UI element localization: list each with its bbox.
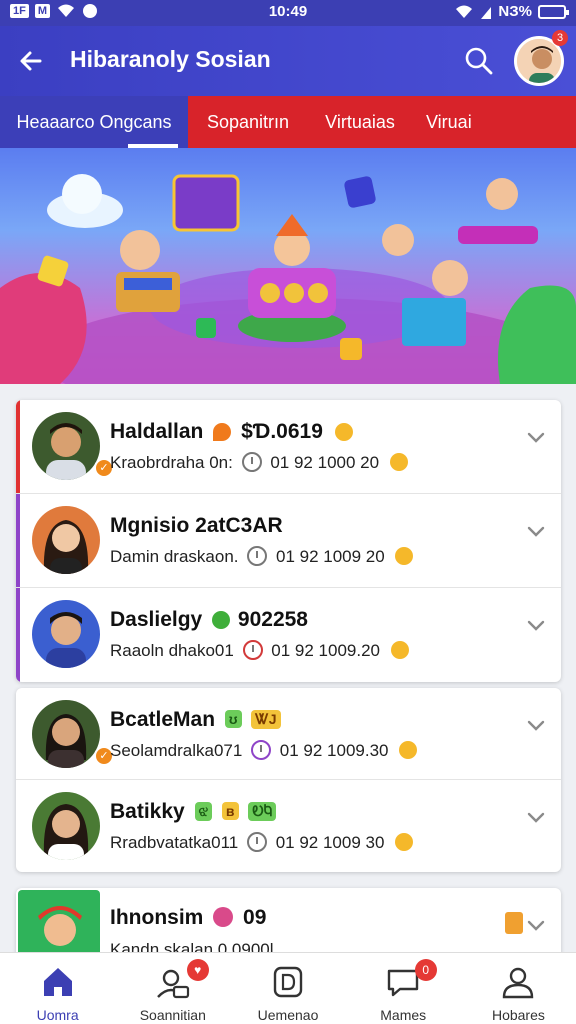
status-bar: 1F M 10:49 NЗ% (0, 0, 576, 26)
app-bar: Hibaranoly Sosian 3 (0, 26, 576, 96)
nav-home[interactable]: Uomra (0, 953, 115, 1024)
page-title: Hibaranoly Sosian (70, 46, 271, 72)
clock-icon (251, 740, 272, 760)
leaf-icon (212, 611, 231, 629)
signal-icon (481, 6, 492, 19)
clock-icon (247, 546, 268, 566)
coin-icon (399, 741, 418, 759)
chevron-down-icon[interactable] (525, 806, 547, 828)
notification-badge: 3 (552, 30, 568, 46)
sticker-icon: ᎧႩ (248, 802, 277, 821)
friends-list-group-2: ✓ BcatleMan ʊ ᏔJ Seolamdralka071 01 92 1… (16, 688, 561, 872)
battery-percent: NЗ% (498, 3, 532, 20)
avatar (32, 700, 100, 768)
list-item[interactable]: ✓ Haldallan $Ɗ.0619 Kraobrdraha 0n: 01 9… (16, 400, 561, 494)
emoji-icon (213, 907, 234, 927)
app-screen: 1F M 10:49 NЗ% Hibaranoly Sosian 3 Heaaa… (0, 0, 576, 1024)
row-subtitle: Raaoln dhako01 (110, 641, 234, 660)
wifi-icon (456, 5, 473, 18)
row-value: 01 92 1009.30 (279, 741, 389, 760)
clock-icon (242, 640, 263, 660)
nav-social[interactable]: ♥ Soannitian (115, 953, 230, 1024)
d-badge-icon (273, 966, 303, 998)
row-accent (16, 400, 20, 493)
list-item[interactable]: ✓ BcatleMan ʊ ᏔJ Seolamdralka071 01 92 1… (16, 688, 561, 780)
friends-list-group-1: ✓ Haldallan $Ɗ.0619 Kraobrdraha 0n: 01 9… (16, 400, 561, 682)
contact-name: Batikky (110, 800, 185, 823)
sticker-icon: ଝ (194, 802, 213, 821)
tab-2[interactable]: Sopanitrın (188, 96, 308, 148)
flame-icon (213, 423, 232, 441)
nav-profile[interactable]: Hobares (461, 953, 576, 1024)
sticker-icon: ʙ (221, 802, 239, 820)
person-icon (503, 967, 534, 999)
chevron-down-icon[interactable] (525, 614, 547, 636)
nav-label: Uomra (36, 1007, 79, 1023)
amount-value: 902258 (237, 608, 308, 631)
hero-banner[interactable] (0, 148, 576, 384)
nav-messages[interactable]: 0 Mames (346, 953, 461, 1024)
tab-3[interactable]: Virtuaias (308, 96, 412, 148)
nav-badge: ♥ (186, 959, 209, 981)
row-value: 01 92 1000 20 (270, 453, 380, 472)
nav-label: Hobares (491, 1007, 545, 1023)
clock-icon (241, 452, 262, 472)
avatar (32, 412, 100, 480)
back-arrow-icon[interactable] (14, 44, 48, 78)
row-value: 01 92 1009 30 (275, 833, 385, 852)
sticker-icon: ᏔJ (251, 710, 281, 729)
chevron-down-icon[interactable] (525, 426, 547, 448)
contact-name: Haldallan (110, 420, 204, 443)
list-item[interactable]: Batikky ଝ ʙ ᎧႩ Rradbvatatka011 01 92 100… (16, 780, 561, 872)
coin-icon (395, 833, 414, 851)
nav-center[interactable]: Uemenao (230, 953, 345, 1024)
list-item[interactable]: Mgnisio 2atC3AR Damin draskaon. 01 92 10… (16, 494, 561, 588)
contact-name: Ihnonsim (110, 906, 204, 929)
contact-name: Mgnisio 2atC3AR (110, 514, 283, 537)
tab-4[interactable]: Viruai (412, 96, 576, 148)
row-accent (16, 494, 20, 587)
avatar-portrait-icon (517, 39, 561, 83)
row-subtitle: Rradbvatatka011 (110, 833, 239, 852)
coin-icon (395, 547, 414, 565)
row-accent (16, 588, 20, 682)
nav-label: Soannitian (139, 1007, 206, 1023)
tab-1[interactable]: Heaaarco Ongcans (0, 96, 188, 148)
search-icon[interactable] (462, 44, 496, 78)
row-value: 01 92 1009.20 (271, 641, 381, 660)
banner-illustration (0, 174, 576, 384)
contact-name: Daslielgy (110, 608, 203, 631)
home-icon (43, 968, 72, 996)
amount-value: $Ɗ.0619 (241, 420, 323, 443)
row-subtitle: Kraobrdraha 0n: (110, 453, 233, 472)
avatar (32, 506, 100, 574)
coin-icon (390, 641, 409, 659)
document-icon[interactable] (505, 912, 523, 934)
row-subtitle: Damin draskaon. (110, 547, 239, 566)
chevron-down-icon[interactable] (525, 714, 547, 736)
avatar (32, 600, 100, 668)
coin-icon (389, 453, 408, 471)
nav-badge: 0 (414, 959, 437, 981)
avatar (32, 792, 100, 860)
amount-value: 09 (243, 906, 267, 929)
list-item[interactable]: Daslielgy 902258 Raaoln dhako01 01 92 10… (16, 588, 561, 682)
bottom-navigation: Uomra ♥ Soannitian Uemenao 0 Mames Hobar… (0, 952, 576, 1024)
sticker-icon: ʊ (224, 710, 242, 728)
battery-icon (538, 4, 569, 19)
tab-bar: Heaaarco Ongcans Sopanitrın Virtuaias Vi… (0, 96, 576, 148)
nav-label: Uemenao (257, 1007, 319, 1023)
coin-icon (334, 423, 353, 441)
chevron-down-icon[interactable] (525, 520, 547, 542)
chevron-down-icon[interactable] (525, 914, 547, 936)
clock-icon (246, 832, 267, 852)
row-subtitle: Seolamdralka071 (110, 741, 243, 760)
row-value: 01 92 1009 20 (275, 547, 385, 566)
contact-name: BcatleMan (110, 708, 216, 731)
nav-label: Mames (380, 1007, 427, 1023)
